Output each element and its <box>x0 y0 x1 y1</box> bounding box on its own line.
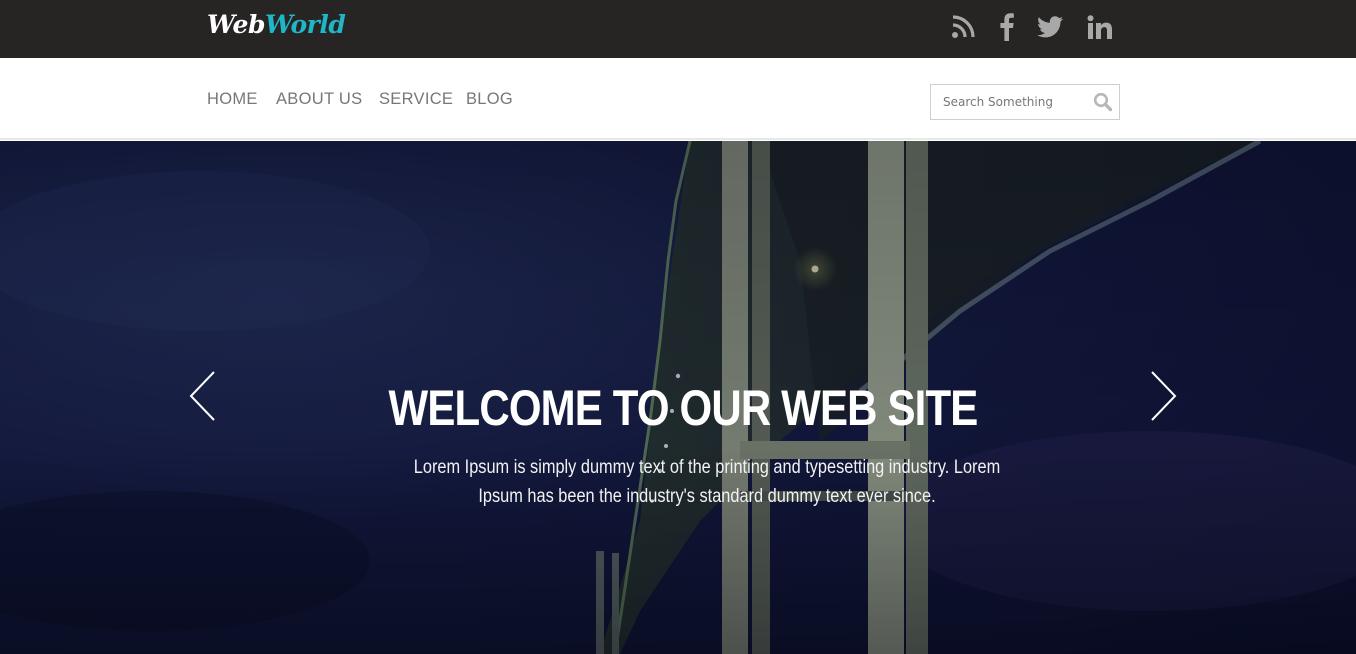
logo-text-world: World <box>264 10 346 39</box>
slider-next-arrow-icon[interactable] <box>1148 370 1178 424</box>
hero-slider: WELCOME TO OUR WEB SITE Lorem Ipsum is s… <box>0 141 1356 654</box>
nav-item-blog[interactable]: BLOG <box>466 90 513 109</box>
search-icon[interactable] <box>1093 92 1113 112</box>
twitter-icon[interactable] <box>1036 12 1064 42</box>
nav-item-home[interactable]: HOME <box>207 90 258 109</box>
slider-prev-arrow-icon[interactable] <box>188 370 218 424</box>
nav-item-service[interactable]: SERVICE <box>379 90 453 109</box>
hero-title: WELCOME TO OUR WEB SITE <box>388 380 979 436</box>
linkedin-icon[interactable] <box>1086 12 1114 42</box>
site-logo[interactable]: WebWorld <box>207 10 346 39</box>
hero-description: Lorem Ipsum is simply dummy text of the … <box>413 457 1001 507</box>
search-input[interactable] <box>931 85 1093 119</box>
nav-item-about-us[interactable]: ABOUT US <box>276 90 362 109</box>
nav-bar <box>0 58 1356 140</box>
logo-text-web: Web <box>207 10 265 39</box>
top-bar <box>0 0 1356 58</box>
facebook-icon[interactable] <box>998 12 1016 42</box>
rss-icon[interactable] <box>950 12 976 42</box>
search-box <box>930 84 1120 120</box>
